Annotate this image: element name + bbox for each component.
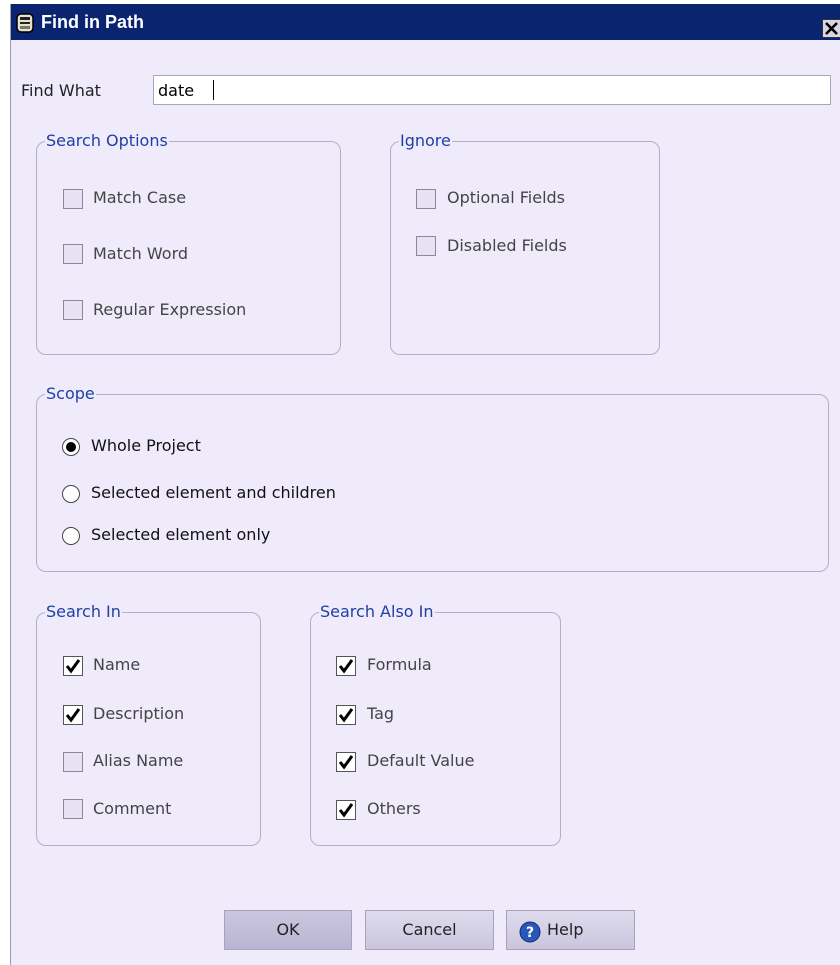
radio-selected-dot [66,442,76,452]
regular-expression-label[interactable]: Regular Expression [93,300,246,319]
others-label[interactable]: Others [367,799,421,818]
alias-name-checkbox[interactable] [63,752,83,772]
cancel-button[interactable]: Cancel [365,910,494,950]
match-case-label[interactable]: Match Case [93,188,186,207]
selected-element-only-radio[interactable] [62,527,80,545]
whole-project-label[interactable]: Whole Project [91,436,201,455]
comment-checkbox[interactable] [63,799,83,819]
help-icon: ? [519,919,541,943]
name-checkbox[interactable] [63,656,83,676]
find-what-label: Find What [21,81,101,100]
ignore-legend: Ignore [399,131,452,150]
checkmark-icon [338,803,354,818]
search-options-legend: Search Options [45,131,169,150]
search-in-legend: Search In [45,602,122,621]
disabled-fields-label[interactable]: Disabled Fields [447,236,567,255]
tag-checkbox[interactable] [336,705,356,725]
help-button-label: Help [547,920,584,939]
checkmark-icon [338,659,354,674]
name-label[interactable]: Name [93,655,140,674]
others-checkbox[interactable] [336,800,356,820]
default-value-label[interactable]: Default Value [367,751,474,770]
checkmark-icon [65,708,81,723]
description-label[interactable]: Description [93,704,184,723]
checkmark-icon [65,659,81,674]
scope-legend: Scope [45,384,96,403]
formula-checkbox[interactable] [336,656,356,676]
selected-element-children-label[interactable]: Selected element and children [91,483,336,502]
window-title: Find in Path [41,12,144,32]
description-checkbox[interactable] [63,705,83,725]
regular-expression-checkbox[interactable] [63,300,83,320]
optional-fields-checkbox[interactable] [416,189,436,209]
checkmark-icon [338,755,354,770]
text-caret [213,80,214,100]
disabled-fields-checkbox[interactable] [416,236,436,256]
formula-label[interactable]: Formula [367,655,432,674]
alias-name-label[interactable]: Alias Name [93,751,183,770]
selected-element-only-label[interactable]: Selected element only [91,525,270,544]
ok-button[interactable]: OK [224,910,352,950]
find-in-path-dialog: Find in Path Find What Search Options Ma… [10,4,840,965]
whole-project-radio[interactable] [62,438,80,456]
dialog-icon [16,13,34,33]
help-button[interactable]: ? Help [506,910,635,950]
match-word-checkbox[interactable] [63,244,83,264]
close-icon[interactable] [822,19,840,38]
match-case-checkbox[interactable] [63,189,83,209]
svg-text:?: ? [526,925,534,941]
search-also-in-legend: Search Also In [319,602,435,621]
match-word-label[interactable]: Match Word [93,244,188,263]
selected-element-children-radio[interactable] [62,485,80,503]
comment-label[interactable]: Comment [93,799,171,818]
tag-label[interactable]: Tag [367,704,394,723]
title-bar[interactable]: Find in Path [11,4,840,40]
checkmark-icon [338,708,354,723]
default-value-checkbox[interactable] [336,752,356,772]
find-what-input[interactable] [153,75,831,105]
optional-fields-label[interactable]: Optional Fields [447,188,565,207]
